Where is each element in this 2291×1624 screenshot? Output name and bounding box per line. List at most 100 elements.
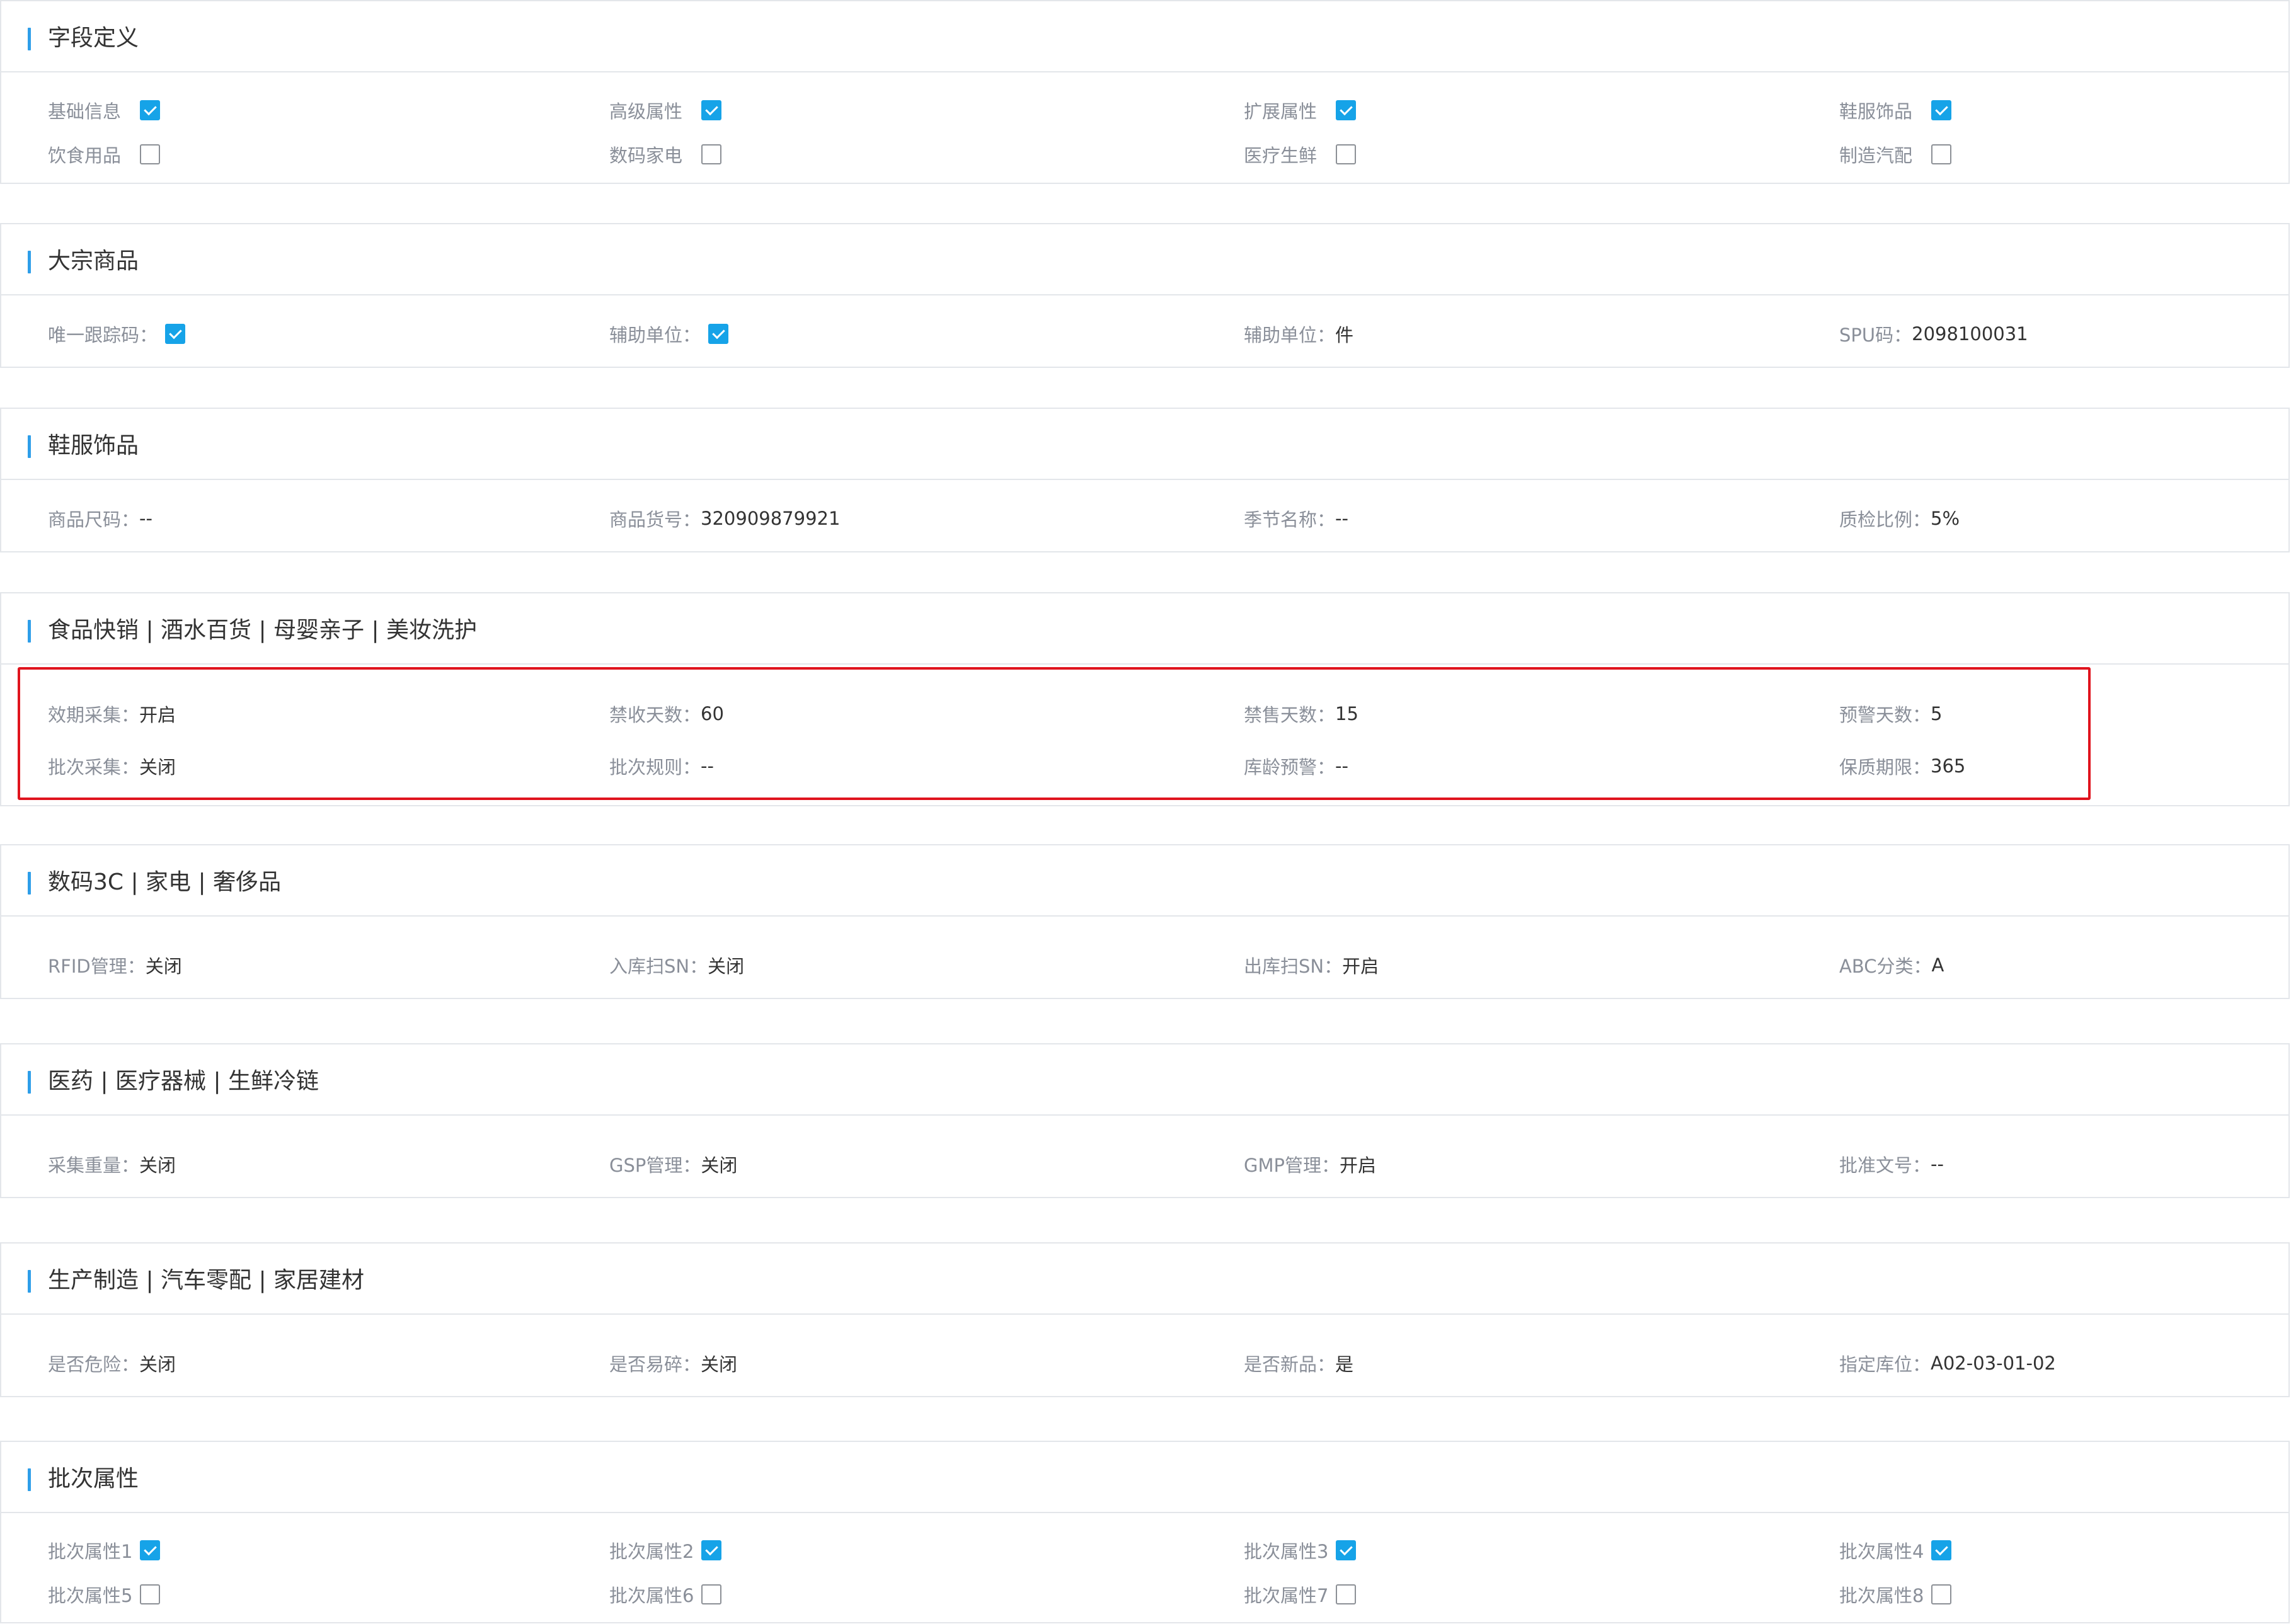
section-header: 食品快销 | 酒水百货 | 母婴亲子 | 美妆洗护 (1, 593, 2288, 665)
field-value: 60 (701, 703, 724, 724)
batch-label: 批次属性1 (48, 1541, 133, 1562)
batch-checkbox[interactable] (701, 1540, 722, 1560)
field-value: -- (1931, 1153, 1944, 1175)
field-value: 开启 (139, 704, 176, 726)
batch-label: 批次属性8 (1839, 1585, 1924, 1606)
field-label: ABC分类： (1839, 956, 1932, 977)
unique-tracking-checkbox[interactable] (165, 324, 186, 344)
field-def-item-6[interactable]: 医疗生鲜 (1244, 138, 1357, 171)
medical-field: 批准文号： -- (1839, 1148, 1944, 1181)
digital-field: 出库扫SN： 开启 (1244, 949, 1379, 981)
field-def-item-3[interactable]: 鞋服饰品 (1839, 94, 1952, 127)
field-label: 商品货号： (609, 509, 701, 530)
field-label: 季节名称： (1244, 509, 1336, 530)
field-value: -- (1335, 755, 1348, 777)
field-def-item-2[interactable]: 扩展属性 (1244, 94, 1357, 127)
batch-item-4[interactable]: 批次属性5 (48, 1578, 161, 1611)
batch-item-7[interactable]: 批次属性8 (1839, 1578, 1952, 1611)
section-bulk-goods: 大宗商品 唯一跟踪码： 辅助单位： 辅助单位： 件 SPU码： 20981000… (0, 223, 2290, 368)
aux-unit-value: 件 (1335, 324, 1354, 346)
section-accent-bar (28, 1071, 31, 1094)
field-value: 5 (1931, 703, 1943, 724)
aux-unit-check-field[interactable]: 辅助单位： (609, 317, 729, 350)
field-def-item-1[interactable]: 高级属性 (609, 94, 722, 127)
field-value: A02-03-01-02 (1931, 1352, 2056, 1374)
section-medical: 医药 | 医疗器械 | 生鲜冷链 采集重量： 关闭 GSP管理： 关闭 GMP管… (0, 1043, 2290, 1198)
field-def-item-4[interactable]: 饮食用品 (48, 138, 161, 171)
field-def-checkbox[interactable] (1336, 100, 1357, 120)
section-header: 批次属性 (1, 1442, 2288, 1513)
section-accent-bar (28, 28, 31, 50)
food-field: 预警天数： 5 (1839, 697, 1942, 730)
section-accent-bar (28, 1270, 31, 1293)
field-value: 关闭 (139, 1155, 176, 1176)
section-title: 数码3C | 家电 | 奢侈品 (48, 869, 282, 895)
section-accent-bar (28, 435, 31, 458)
field-value: -- (139, 508, 152, 529)
batch-checkbox[interactable] (701, 1584, 722, 1604)
batch-item-3[interactable]: 批次属性4 (1839, 1534, 1952, 1567)
batch-checkbox[interactable] (1931, 1584, 1952, 1604)
field-value: 关闭 (701, 1155, 738, 1176)
field-label: 采集重量： (48, 1155, 140, 1176)
field-label: 批准文号： (1839, 1155, 1931, 1176)
food-field: 禁收天数： 60 (609, 697, 724, 730)
field-value: A (1931, 954, 1944, 976)
field-label: GSP管理： (609, 1155, 701, 1176)
batch-checkbox[interactable] (1336, 1540, 1357, 1560)
section-title: 食品快销 | 酒水百货 | 母婴亲子 | 美妆洗护 (48, 617, 478, 643)
field-def-checkbox[interactable] (701, 144, 722, 164)
batch-checkbox[interactable] (1336, 1584, 1357, 1604)
digital-field: ABC分类： A (1839, 949, 1944, 981)
batch-item-0[interactable]: 批次属性1 (48, 1534, 161, 1567)
manufacturing-field: 指定库位： A02-03-01-02 (1839, 1347, 2056, 1380)
field-value: 关闭 (708, 956, 745, 977)
batch-checkbox[interactable] (140, 1540, 161, 1560)
unique-tracking-field[interactable]: 唯一跟踪码： (48, 317, 186, 350)
page-root: 字段定义 基础信息 高级属性 扩展属性 鞋服饰品 饮食用品 数码家电 医疗生鲜 (0, 0, 2291, 1624)
batch-item-5[interactable]: 批次属性6 (609, 1578, 722, 1611)
field-label: 入库扫SN： (609, 956, 708, 977)
field-def-checkbox[interactable] (701, 100, 722, 120)
digital-field: 入库扫SN： 关闭 (609, 949, 744, 981)
field-label: 是否危险： (48, 1354, 140, 1375)
section-manufacturing: 生产制造 | 汽车零配 | 家居建材 是否危险： 关闭 是否易碎： 关闭 是否新… (0, 1242, 2290, 1397)
section-accent-bar (28, 872, 31, 895)
apparel-field: 季节名称： -- (1244, 502, 1348, 535)
field-def-checkbox[interactable] (140, 100, 161, 120)
field-def-label: 数码家电 (609, 145, 683, 166)
field-label: GMP管理： (1244, 1155, 1340, 1176)
batch-item-1[interactable]: 批次属性2 (609, 1534, 722, 1567)
spu-label: SPU码： (1839, 324, 1912, 346)
field-label: 商品尺码： (48, 509, 140, 530)
section-accent-bar (28, 620, 31, 643)
medical-field: GSP管理： 关闭 (609, 1148, 737, 1181)
field-value: 365 (1931, 755, 1966, 777)
section-header: 医药 | 医疗器械 | 生鲜冷链 (1, 1044, 2288, 1116)
field-value: -- (1335, 508, 1348, 529)
section-title: 生产制造 | 汽车零配 | 家居建材 (48, 1267, 365, 1293)
batch-checkbox[interactable] (140, 1584, 161, 1604)
field-value: 是 (1335, 1354, 1354, 1375)
batch-checkbox[interactable] (1931, 1540, 1952, 1560)
section-field-definition: 字段定义 基础信息 高级属性 扩展属性 鞋服饰品 饮食用品 数码家电 医疗生鲜 (0, 0, 2290, 184)
field-def-checkbox[interactable] (1931, 100, 1952, 120)
field-def-checkbox[interactable] (1931, 144, 1952, 164)
section-title: 医药 | 医疗器械 | 生鲜冷链 (48, 1068, 319, 1094)
field-def-checkbox[interactable] (1336, 144, 1357, 164)
field-value: 开启 (1342, 956, 1379, 977)
field-def-checkbox[interactable] (140, 144, 161, 164)
manufacturing-field: 是否危险： 关闭 (48, 1347, 176, 1380)
section-accent-bar (28, 251, 31, 273)
aux-unit-checkbox[interactable] (708, 324, 729, 344)
section-batch-attributes: 批次属性 批次属性1 批次属性2 批次属性3 批次属性4 批次属性5 批次属性6… (0, 1441, 2290, 1623)
field-def-item-0[interactable]: 基础信息 (48, 94, 161, 127)
field-def-item-7[interactable]: 制造汽配 (1839, 138, 1952, 171)
section-digital: 数码3C | 家电 | 奢侈品 RFID管理： 关闭 入库扫SN： 关闭 出库扫… (0, 844, 2290, 999)
batch-item-6[interactable]: 批次属性7 (1244, 1578, 1357, 1611)
batch-item-2[interactable]: 批次属性3 (1244, 1534, 1357, 1567)
field-label: 批次采集： (48, 757, 140, 778)
field-def-item-5[interactable]: 数码家电 (609, 138, 722, 171)
field-label: 出库扫SN： (1244, 956, 1343, 977)
field-label: 质检比例： (1839, 509, 1931, 530)
